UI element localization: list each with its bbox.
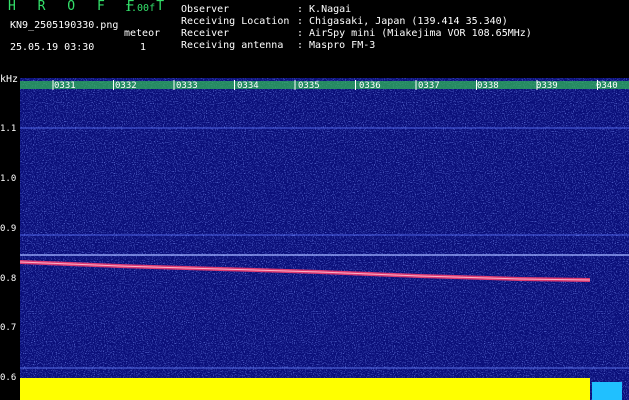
meta-label-antenna: Receiving antenna xyxy=(181,40,284,51)
spectrogram-plot: 0331 0332 0333 0334 0335 0336 0337 0338 … xyxy=(20,78,629,400)
meteor-count: 1 xyxy=(140,42,147,53)
meta-value-observer: : K.Nagai xyxy=(297,4,352,15)
y-axis-unit: kHz xyxy=(0,74,19,85)
y-tick-label: 1.1 xyxy=(0,124,17,134)
meta-value-receiver: : AirSpy mini (Miakejima VOR 108.65MHz) xyxy=(297,28,532,39)
capture-datetime: 25.05.19 03:30 xyxy=(10,42,95,53)
y-tick-label: 0.9 xyxy=(0,224,17,234)
file-name: KN9_2505190330.png xyxy=(10,20,119,31)
y-tick-label: 1.0 xyxy=(0,174,17,184)
header-panel: H R O F F T 1.00f KN9_2505190330.png met… xyxy=(0,0,629,78)
signal-strength-bar xyxy=(20,378,590,400)
time-tick-label: 0333 xyxy=(176,81,198,91)
time-tick-label: 0335 xyxy=(298,81,320,91)
time-tick-label: 0334 xyxy=(237,81,259,91)
meta-label-location: Receiving Location xyxy=(181,16,290,27)
noise-texture xyxy=(20,78,629,400)
spectrogram-canvas xyxy=(20,78,629,400)
time-tick-label: 0332 xyxy=(115,81,137,91)
y-tick-label: 0.8 xyxy=(0,274,17,284)
y-tick-label: 0.7 xyxy=(0,323,17,333)
time-tick-label: 0340 xyxy=(596,81,618,91)
time-tick-label: 0336 xyxy=(359,81,381,91)
meta-label-receiver: Receiver xyxy=(181,28,230,39)
meta-value-location: : Chigasaki, Japan (139.414 35.340) xyxy=(297,16,508,27)
meta-value-antenna: : Maspro FM-3 xyxy=(297,40,376,51)
y-tick-label: 0.6 xyxy=(0,373,17,383)
meta-label-observer: Observer xyxy=(181,4,230,15)
signal-strength-tail xyxy=(592,382,622,400)
time-tick-label: 0337 xyxy=(418,81,440,91)
meteor-label: meteor xyxy=(124,28,161,39)
time-tick-label: 0331 xyxy=(54,81,76,91)
app-version: 1.00f xyxy=(125,3,156,14)
time-tick-label: 0339 xyxy=(536,81,558,91)
time-tick-label: 0338 xyxy=(477,81,499,91)
